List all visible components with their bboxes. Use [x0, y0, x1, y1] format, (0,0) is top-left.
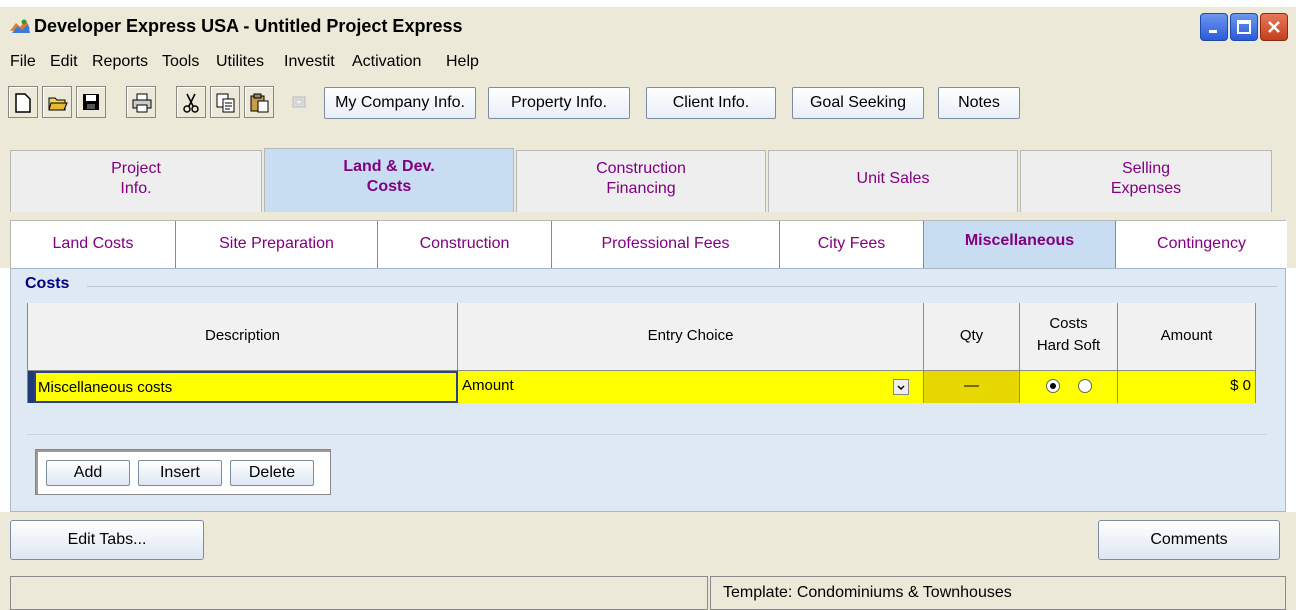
menu-file[interactable]: File [10, 53, 36, 71]
minimize-button[interactable] [1200, 13, 1228, 41]
description-cell[interactable]: Miscellaneous costs [34, 371, 458, 403]
tab-label-line2: Financing [606, 180, 676, 197]
column-header-description[interactable]: Description [28, 303, 458, 371]
header-label: Amount [1160, 327, 1213, 344]
amount-cell[interactable]: $ 0 [1118, 371, 1256, 403]
bottom-bar: Edit Tabs... Comments [0, 512, 1296, 572]
paste-button[interactable] [244, 86, 274, 118]
subtab-miscellaneous[interactable]: Miscellaneous [924, 221, 1116, 269]
new-document-button[interactable] [8, 86, 38, 118]
sub-tab-bar: Land Costs Site Preparation Construction… [10, 220, 1287, 269]
menu-tools[interactable]: Tools [162, 53, 199, 71]
status-left [10, 576, 708, 610]
header-label: Description [204, 327, 281, 344]
maximize-button[interactable] [1230, 13, 1258, 41]
tab-unit-sales[interactable]: Unit Sales [768, 150, 1018, 212]
costs-panel: Costs Description Entry Choice Qty Costs… [10, 268, 1286, 512]
hard-cost-radio[interactable] [1046, 379, 1060, 393]
goal-seeking-button[interactable]: Goal Seeking [792, 87, 924, 119]
menu-edit[interactable]: Edit [50, 53, 78, 71]
my-company-info-button[interactable]: My Company Info. [324, 87, 476, 119]
chevron-down-icon[interactable] [893, 379, 909, 395]
tab-label-line1: Construction [596, 160, 686, 177]
menu-activation[interactable]: Activation [352, 53, 421, 71]
menu-investit[interactable]: Investit [284, 53, 335, 71]
header-label: Qty [959, 327, 984, 344]
tab-label-line2: Costs [366, 178, 412, 195]
window-title: Developer Express USA - Untitled Project… [34, 16, 463, 36]
header-label-line1: Costs [1049, 315, 1088, 332]
open-folder-button[interactable] [42, 86, 72, 118]
status-template: Template: Condominiums & Townhouses [710, 576, 1286, 610]
client-info-button[interactable]: Client Info. [646, 87, 776, 119]
add-button[interactable]: Add [46, 460, 130, 486]
tab-selling-expenses[interactable]: Selling Expenses [1020, 150, 1272, 212]
panel-title: Costs [25, 275, 70, 292]
menu-bar: File Edit Reports Tools Utilites Investi… [0, 46, 1296, 78]
insert-button[interactable]: Insert [138, 460, 222, 486]
menu-reports[interactable]: Reports [92, 53, 148, 71]
tab-label-line1: Land & Dev. [343, 158, 435, 175]
tab-project-info[interactable]: Project Info. [10, 150, 262, 212]
column-header-costs[interactable]: Costs Hard Soft [1020, 303, 1118, 371]
table-bottom-divider [27, 434, 1267, 435]
entry-choice-dropdown[interactable]: Amount [458, 371, 924, 403]
tab-label-line1: Project [111, 160, 161, 177]
main-tab-bar: Project Info. Land & Dev. Costs Construc… [0, 128, 1296, 212]
tab-land-dev-costs[interactable]: Land & Dev. Costs [264, 148, 514, 212]
menu-help[interactable]: Help [446, 53, 479, 71]
menu-utilites[interactable]: Utilites [216, 53, 264, 71]
costs-table: Description Entry Choice Qty Costs Hard … [27, 303, 1267, 403]
disabled-tool-button [284, 86, 314, 118]
soft-cost-radio[interactable] [1078, 379, 1092, 393]
subtab-professional-fees[interactable]: Professional Fees [552, 221, 780, 269]
edit-tabs-button[interactable]: Edit Tabs... [10, 520, 204, 560]
app-logo-icon [8, 17, 32, 37]
subtab-land-costs[interactable]: Land Costs [11, 221, 176, 269]
subtab-construction[interactable]: Construction [378, 221, 552, 269]
tab-construction-financing[interactable]: Construction Financing [516, 150, 766, 212]
entry-choice-value: Amount [462, 377, 514, 394]
cost-type-cell [1020, 371, 1118, 403]
header-label: Entry Choice [647, 327, 734, 344]
delete-button[interactable]: Delete [230, 460, 314, 486]
copy-button[interactable] [210, 86, 240, 118]
property-info-button[interactable]: Property Info. [488, 87, 630, 119]
description-value: Miscellaneous costs [38, 379, 173, 396]
status-bar: Template: Condominiums & Townhouses [0, 572, 1296, 610]
close-button[interactable] [1260, 13, 1288, 41]
column-header-amount[interactable]: Amount [1118, 303, 1256, 371]
qty-value: — [964, 377, 979, 394]
tab-label-line1: Selling [1121, 160, 1171, 177]
subtab-contingency[interactable]: Contingency [1116, 221, 1287, 269]
comments-button[interactable]: Comments [1098, 520, 1280, 560]
tab-label-line1: Unit Sales [856, 170, 930, 187]
subtab-site-preparation[interactable]: Site Preparation [176, 221, 378, 269]
title-bar: Developer Express USA - Untitled Project… [0, 6, 1296, 46]
panel-title-divider [87, 286, 1277, 287]
amount-value: $ 0 [1230, 377, 1251, 394]
qty-cell[interactable]: — [924, 371, 1020, 403]
column-header-qty[interactable]: Qty [924, 303, 1020, 371]
tab-label-line2: Expenses [1110, 180, 1182, 197]
print-button[interactable] [126, 86, 156, 118]
notes-button[interactable]: Notes [938, 87, 1020, 119]
header-label-line2: Hard Soft [1036, 337, 1101, 354]
tab-label-line2: Info. [120, 180, 152, 197]
row-action-group: Add Insert Delete [35, 449, 331, 495]
cut-button[interactable] [176, 86, 206, 118]
subtab-city-fees[interactable]: City Fees [780, 221, 924, 269]
toolbar: My Company Info. Property Info. Client I… [0, 78, 1296, 128]
column-header-entry-choice[interactable]: Entry Choice [458, 303, 924, 371]
save-button[interactable] [76, 86, 106, 118]
